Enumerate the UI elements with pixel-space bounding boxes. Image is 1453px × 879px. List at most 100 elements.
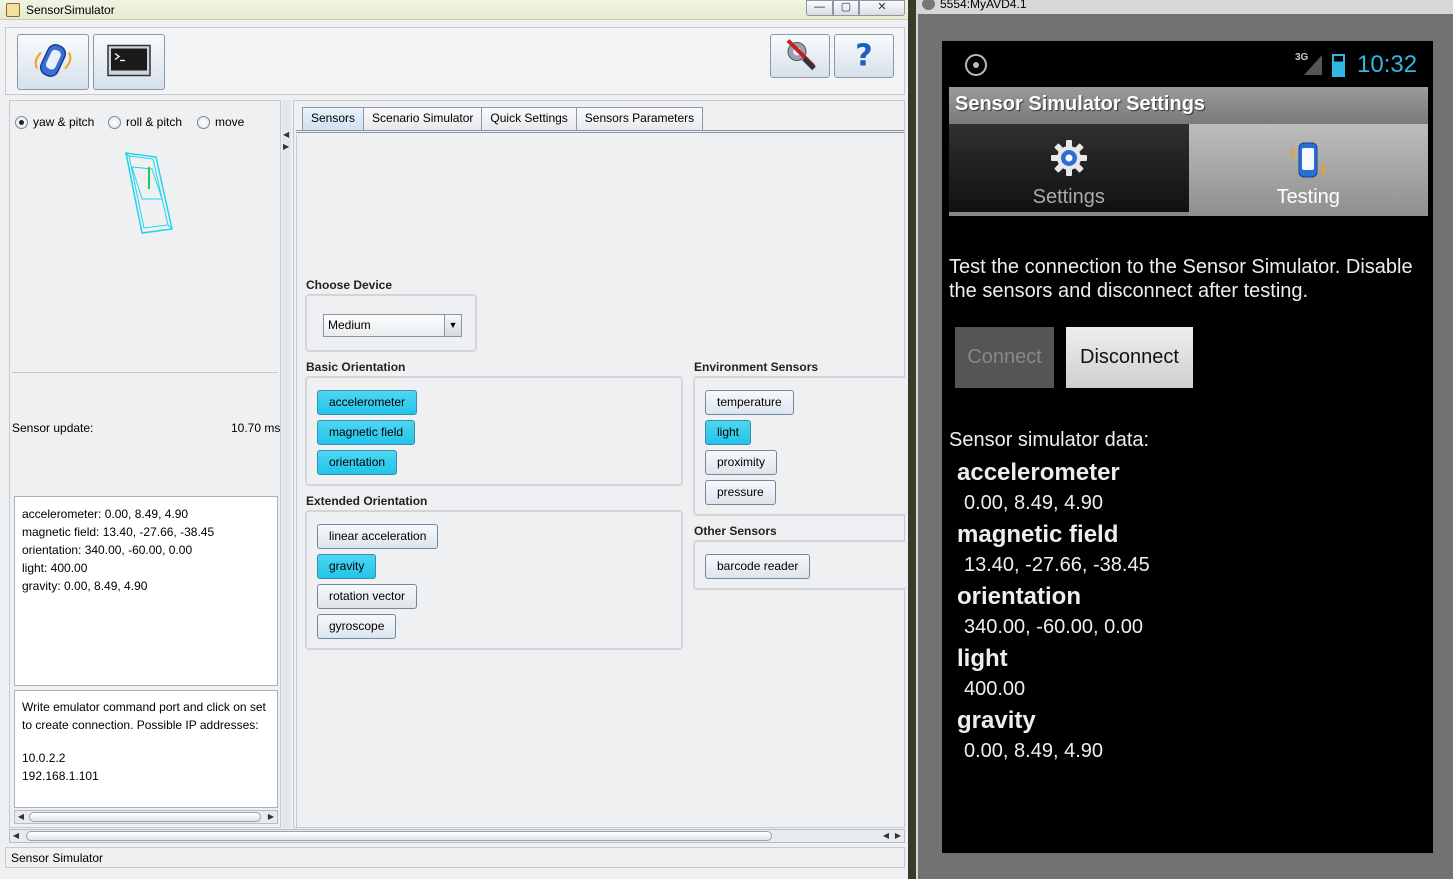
ip-address: 192.168.1.101 <box>22 769 99 783</box>
scroll-left-icon[interactable]: ◀ <box>15 811 27 823</box>
device-size-select[interactable]: Medium ▼ <box>323 314 462 337</box>
sensor-update-label: Sensor update: <box>12 421 94 435</box>
basic-orientation-group: accelerometer magnetic field orientation <box>305 376 683 486</box>
collapse-left-icon[interactable]: ◀ <box>283 130 289 139</box>
battery-charging-icon <box>1332 54 1345 77</box>
device-3d-view[interactable] <box>12 137 278 373</box>
accelerometer-toggle[interactable]: accelerometer <box>317 390 418 415</box>
phone-vibrate-icon <box>1286 139 1330 186</box>
connect-button[interactable] <box>17 34 89 90</box>
minimize-button[interactable]: — <box>806 0 833 16</box>
sensor-value-line: magnetic field: 13.40, -27.66, -38.45 <box>22 525 215 539</box>
basic-orientation-title: Basic Orientation <box>306 360 406 374</box>
sensor-simulator-window: SensorSimulator — ▢ ✕ ? yaw & pitch roll… <box>0 0 913 879</box>
tab-testing[interactable]: Testing <box>1188 124 1428 216</box>
linear-acceleration-toggle[interactable]: linear acceleration <box>317 524 439 549</box>
radio-roll-pitch[interactable]: roll & pitch <box>108 115 182 129</box>
sensor-name: gravity <box>957 707 1036 734</box>
connect-button[interactable]: Connect <box>955 327 1054 388</box>
other-sensors-title: Other Sensors <box>694 524 777 538</box>
proximity-toggle[interactable]: proximity <box>705 450 778 475</box>
tab-settings-label: Settings <box>1032 186 1105 208</box>
status-bar: Sensor Simulator <box>5 847 905 868</box>
scroll-thumb[interactable] <box>29 812 261 822</box>
sensor-controls-panel: Sensors Scenario Simulator Quick Setting… <box>293 100 907 828</box>
sensor-name: magnetic field <box>957 521 1119 548</box>
choose-device-group: Medium ▼ <box>305 294 477 352</box>
radio-indicator[interactable] <box>15 115 28 129</box>
disconnect-button[interactable]: Disconnect <box>1066 327 1193 388</box>
left-horizontal-scrollbar[interactable]: ◀ ▶ <box>14 810 278 824</box>
gps-icon <box>965 54 987 76</box>
signal-icon <box>1304 55 1322 75</box>
help-button[interactable]: ? <box>834 34 894 78</box>
help-text: Write emulator command port and click on… <box>22 700 266 732</box>
android-status-bar: 3G 10:32 <box>942 41 1433 85</box>
tab-sensors-parameters[interactable]: Sensors Parameters <box>575 107 704 130</box>
gravity-toggle[interactable]: gravity <box>317 554 377 579</box>
gear-icon <box>1050 139 1088 180</box>
sensor-values-box: accelerometer: 0.00, 8.49, 4.90 magnetic… <box>14 496 278 686</box>
terminal-button[interactable] <box>93 34 165 90</box>
environment-sensors-title: Environment Sensors <box>694 360 819 374</box>
phone-screen: 3G 10:32 Sensor Simulator Settings Setti… <box>942 41 1433 853</box>
gyroscope-toggle[interactable]: gyroscope <box>317 614 397 639</box>
split-pane-divider[interactable]: ◀ ▶ <box>282 100 291 828</box>
scroll-right-icon[interactable]: ▶ <box>265 811 277 823</box>
tab-quick-settings[interactable]: Quick Settings <box>481 107 577 130</box>
ip-address: 10.0.2.2 <box>22 751 66 765</box>
scroll-thumb[interactable] <box>26 831 772 841</box>
sensor-value: 13.40, -27.66, -38.45 <box>964 554 1150 576</box>
magnetic-field-toggle[interactable]: magnetic field <box>317 420 416 445</box>
scroll-left-icon[interactable]: ◀ <box>10 830 22 842</box>
scroll-right-icon[interactable]: ▶ <box>892 830 904 842</box>
tab-content-sensors: Choose Device Medium ▼ Basic Orientation… <box>296 135 907 827</box>
radio-indicator[interactable] <box>108 115 121 129</box>
temperature-toggle[interactable]: temperature <box>705 390 794 415</box>
radio-label: yaw & pitch <box>33 115 95 129</box>
maximize-button[interactable]: ▢ <box>833 0 859 16</box>
extended-orientation-group: linear acceleration gravity rotation vec… <box>305 510 683 650</box>
sensor-value: 0.00, 8.49, 4.90 <box>964 740 1104 762</box>
settings-tools-button[interactable] <box>770 34 830 78</box>
title-bar: SensorSimulator — ▢ ✕ <box>0 0 910 20</box>
expand-right-icon[interactable]: ▶ <box>283 142 289 151</box>
radio-move[interactable]: move <box>197 115 244 129</box>
help-icon: ? <box>855 38 873 74</box>
scroll-left-icon[interactable]: ◀ <box>880 830 892 842</box>
sensor-value: 340.00, -60.00, 0.00 <box>964 616 1144 638</box>
sensor-name: orientation <box>957 583 1081 610</box>
extended-orientation-title: Extended Orientation <box>306 494 428 508</box>
tab-sensors[interactable]: Sensors <box>302 107 365 130</box>
toolbar: ? <box>5 27 905 95</box>
app-tab-bar: Settings Testing <box>949 124 1428 216</box>
environment-sensors-group: temperature light proximity pressure <box>693 376 907 516</box>
tab-scenario-simulator[interactable]: Scenario Simulator <box>363 107 483 130</box>
sensor-name: light <box>957 645 1008 672</box>
rotation-vector-toggle[interactable]: rotation vector <box>317 584 418 609</box>
sensor-value: 400.00 <box>964 678 1026 700</box>
radio-indicator[interactable] <box>197 115 210 129</box>
app-action-bar: Sensor Simulator Settings <box>949 87 1428 124</box>
radio-yaw-pitch[interactable]: yaw & pitch <box>15 115 94 129</box>
device-view-panel: yaw & pitch roll & pitch move Sensor upd… <box>9 100 281 828</box>
sensor-value-line: orientation: 340.00, -60.00, 0.00 <box>22 543 193 557</box>
device-size-value: Medium <box>328 318 371 332</box>
main-horizontal-scrollbar[interactable]: ◀ ◀ ▶ <box>9 829 905 843</box>
light-toggle[interactable]: light <box>705 420 752 445</box>
emulator-frame: 3G 10:32 Sensor Simulator Settings Setti… <box>918 14 1453 879</box>
chevron-down-icon[interactable]: ▼ <box>444 315 461 336</box>
radio-label: move <box>215 115 245 129</box>
orientation-toggle[interactable]: orientation <box>317 450 398 475</box>
device-wireframe <box>125 152 173 234</box>
window-title: SensorSimulator <box>26 3 115 17</box>
tab-testing-label: Testing <box>1276 186 1340 208</box>
sensor-value-line: accelerometer: 0.00, 8.49, 4.90 <box>22 507 189 521</box>
tab-underline <box>296 130 904 133</box>
terminal-icon <box>107 44 151 80</box>
close-button[interactable]: ✕ <box>859 0 905 16</box>
tab-settings[interactable]: Settings <box>949 124 1189 216</box>
pressure-toggle[interactable]: pressure <box>705 480 776 505</box>
sensor-value-line: light: 400.00 <box>22 561 88 575</box>
barcode-reader-toggle[interactable]: barcode reader <box>705 554 811 579</box>
